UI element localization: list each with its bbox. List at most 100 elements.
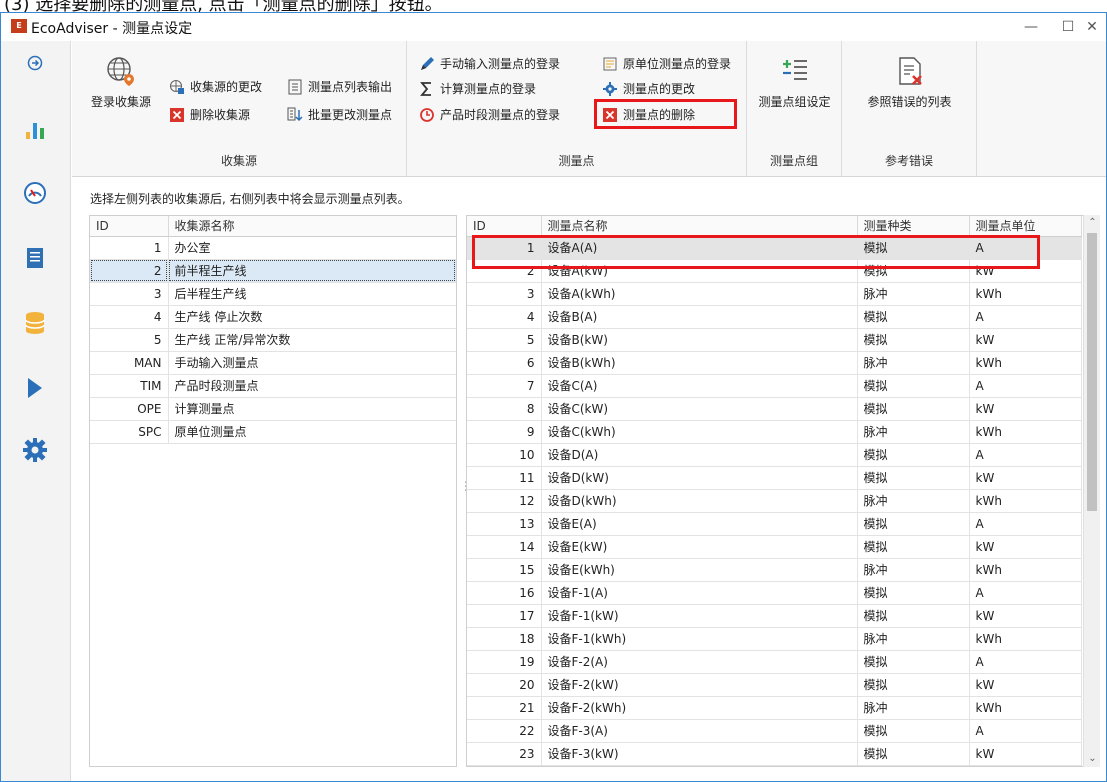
source-cell-name: 手动输入测量点 xyxy=(168,351,456,375)
scroll-down-icon[interactable]: ⌄ xyxy=(1084,751,1101,767)
point-row[interactable]: 12 设备D(kWh) 脉冲 kWh xyxy=(467,489,1082,513)
source-row[interactable]: 4 生产线 停止次数 xyxy=(90,305,456,329)
source-row[interactable]: 3 后半程生产线 xyxy=(90,282,456,306)
point-row[interactable]: 10 设备D(A) 模拟 A xyxy=(467,443,1082,467)
point-cell-kind: 脉冲 xyxy=(857,696,970,720)
point-delete-highlight-box xyxy=(594,99,737,129)
source-cell-id: 1 xyxy=(90,236,169,260)
point-cell-id: 21 xyxy=(467,696,542,720)
point-header-id[interactable]: ID xyxy=(467,216,542,237)
point-row[interactable]: 16 设备F-1(A) 模拟 A xyxy=(467,581,1082,605)
gauge-icon[interactable] xyxy=(21,179,49,207)
source-empty-row xyxy=(90,489,456,512)
chart-icon[interactable] xyxy=(21,116,49,144)
delete-collection-button[interactable]: 删除收集源 xyxy=(169,106,250,123)
point-row[interactable]: 5 设备B(kW) 模拟 kW xyxy=(467,328,1082,352)
point-row[interactable]: 22 设备F-3(A) 模拟 A xyxy=(467,719,1082,743)
source-header-name[interactable]: 收集源名称 xyxy=(168,216,456,237)
point-group-setting-button[interactable]: 测量点组设定 xyxy=(752,55,837,110)
point-cell-unit: kW xyxy=(969,742,1082,766)
point-cell-id: 20 xyxy=(467,673,542,697)
point-cell-name: 设备B(kW) xyxy=(541,328,858,352)
source-header-id[interactable]: ID xyxy=(90,216,169,237)
scrollbar-thumb[interactable] xyxy=(1087,233,1097,511)
ribbon-group-collection: 登录收集源 收集源的更改 删除收集源 测量点列表输出 批量更改测量点 收集源 xyxy=(72,41,407,177)
document-icon[interactable] xyxy=(21,244,49,272)
point-row[interactable]: 11 设备D(kW) 模拟 kW xyxy=(467,466,1082,490)
navigate-icon[interactable] xyxy=(21,49,49,77)
source-row[interactable]: 2 前半程生产线 xyxy=(90,259,456,283)
panel-splitter[interactable]: ⋮ xyxy=(460,480,472,501)
point-header-unit[interactable]: 测量点单位 xyxy=(969,216,1082,237)
source-empty-row xyxy=(90,673,456,696)
source-row[interactable]: 1 办公室 xyxy=(90,236,456,260)
point-cell-name: 设备F-1(A) xyxy=(541,581,858,605)
play-icon[interactable] xyxy=(21,374,49,402)
point-row[interactable]: 21 设备F-2(kWh) 脉冲 kWh xyxy=(467,696,1082,720)
point-group-group-label: 测量点组 xyxy=(769,154,818,168)
point-row[interactable]: 9 设备C(kWh) 脉冲 kWh xyxy=(467,420,1082,444)
point-cell-name: 设备D(kW) xyxy=(541,466,858,490)
point-row[interactable]: 8 设备C(kW) 模拟 kW xyxy=(467,397,1082,421)
point-table-scrollbar[interactable]: ⌃ ⌄ xyxy=(1083,215,1100,767)
source-row[interactable]: TIM 产品时段测量点 xyxy=(90,374,456,398)
point-cell-id: 14 xyxy=(467,535,542,559)
source-table-grid: ID 收集源名称 1 办公室 2 前半程生产线 3 后半程生产线 4 生产线 停止次数 5 生产线… xyxy=(90,216,456,765)
point-cell-id: 7 xyxy=(467,374,542,398)
point-cell-id: 6 xyxy=(467,351,542,375)
source-empty-row xyxy=(90,650,456,673)
point-row[interactable]: 4 设备B(A) 模拟 A xyxy=(467,305,1082,329)
point-cell-name: 设备E(kWh) xyxy=(541,558,858,582)
point-row[interactable]: 18 设备F-1(kWh) 脉冲 kWh xyxy=(467,627,1082,651)
point-row[interactable]: 20 设备F-2(kW) 模拟 kW xyxy=(467,673,1082,697)
point-cell-id: 18 xyxy=(467,627,542,651)
source-cell-name: 前半程生产线 xyxy=(168,259,456,283)
point-cell-id: 3 xyxy=(467,282,542,306)
point-row[interactable]: 6 设备B(kWh) 脉冲 kWh xyxy=(467,351,1082,375)
source-row[interactable]: OPE 计算测量点 xyxy=(90,397,456,421)
point-change-button[interactable]: 测量点的更改 xyxy=(602,80,695,97)
point-row[interactable]: 19 设备F-2(A) 模拟 A xyxy=(467,650,1082,674)
point-cell-kind: 模拟 xyxy=(857,581,970,605)
unit-point-register-button[interactable]: 原单位测量点的登录 xyxy=(602,55,731,72)
source-cell-id: 3 xyxy=(90,282,169,306)
export-points-button[interactable]: 测量点列表输出 xyxy=(287,78,392,95)
point-cell-id: 8 xyxy=(467,397,542,421)
batch-change-points-button[interactable]: 批量更改测量点 xyxy=(287,106,392,123)
gear-icon[interactable] xyxy=(21,436,49,464)
source-cell-name: 原单位测量点 xyxy=(168,420,456,444)
point-row[interactable]: 23 设备F-3(kW) 模拟 kW xyxy=(467,742,1082,766)
point-cell-name: 设备F-2(kWh) xyxy=(541,696,858,720)
point-row[interactable]: 14 设备E(kW) 模拟 kW xyxy=(467,535,1082,559)
error-list-icon xyxy=(898,57,922,85)
point-header-name[interactable]: 测量点名称 xyxy=(541,216,858,237)
manual-point-register-button[interactable]: 手动输入测量点的登录 xyxy=(419,55,560,72)
register-collection-button[interactable]: 登录收集源 xyxy=(86,55,156,110)
product-point-register-button[interactable]: 产品时段测量点的登录 xyxy=(419,106,560,123)
scroll-up-icon[interactable]: ⌃ xyxy=(1084,215,1101,231)
point-cell-kind: 脉冲 xyxy=(857,351,970,375)
point-cell-id: 4 xyxy=(467,305,542,329)
clock-icon xyxy=(419,107,435,123)
source-cell-name: 生产线 正常/异常次数 xyxy=(168,328,456,352)
point-header-kind[interactable]: 测量种类 xyxy=(857,216,970,237)
point-row[interactable]: 17 设备F-1(kW) 模拟 kW xyxy=(467,604,1082,628)
point-cell-unit: kW xyxy=(969,397,1082,421)
point-cell-unit: kWh xyxy=(969,558,1082,582)
point-row[interactable]: 13 设备E(A) 模拟 A xyxy=(467,512,1082,536)
point-cell-id: 13 xyxy=(467,512,542,536)
calc-point-register-button[interactable]: 计算测量点的登录 xyxy=(419,80,536,97)
source-row[interactable]: 5 生产线 正常/异常次数 xyxy=(90,328,456,352)
ref-error-list-button[interactable]: 参照错误的列表 xyxy=(852,55,967,110)
collection-change-button[interactable]: 收集源的更改 xyxy=(169,78,262,95)
database-icon[interactable] xyxy=(21,309,49,337)
point-row[interactable]: 15 设备E(kWh) 脉冲 kWh xyxy=(467,558,1082,582)
point-cell-name: 设备E(A) xyxy=(541,512,858,536)
point-cell-kind: 脉冲 xyxy=(857,489,970,513)
point-row[interactable]: 7 设备C(A) 模拟 A xyxy=(467,374,1082,398)
close-button[interactable]: ✕ xyxy=(1069,13,1106,41)
point-cell-kind: 模拟 xyxy=(857,512,970,536)
source-row[interactable]: MAN 手动输入测量点 xyxy=(90,351,456,375)
source-row[interactable]: SPC 原单位测量点 xyxy=(90,420,456,444)
point-row[interactable]: 3 设备A(kWh) 脉冲 kWh xyxy=(467,282,1082,306)
